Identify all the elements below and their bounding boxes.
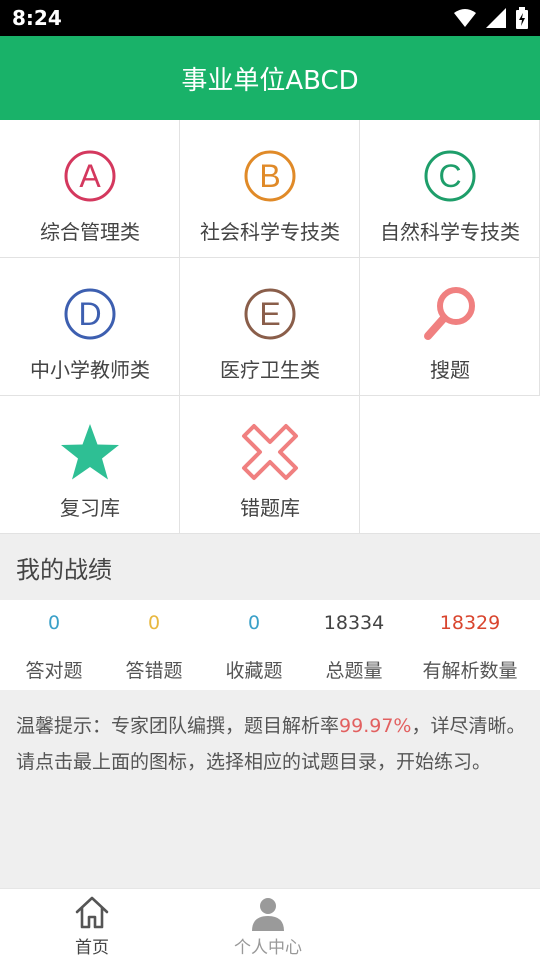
category-label: 自然科学专技类	[380, 220, 520, 244]
category-a[interactable]: A 综合管理类	[0, 120, 180, 258]
stat-label: 收藏题	[225, 660, 283, 682]
home-icon	[75, 896, 109, 929]
stat-correct[interactable]: 0 答对题	[0, 600, 108, 690]
wifi-icon	[454, 9, 476, 27]
category-label: 搜题	[430, 358, 470, 382]
stat-favorites[interactable]: 0 收藏题	[200, 600, 308, 690]
svg-text:E: E	[259, 296, 280, 332]
stat-value: 0	[147, 612, 161, 634]
category-label: 社会科学专技类	[200, 220, 340, 244]
stat-total: 18334 总题量	[300, 600, 408, 690]
category-label: 复习库	[60, 496, 120, 520]
tab-home[interactable]: 首页	[32, 889, 152, 960]
letter-a-icon: A	[64, 150, 116, 202]
letter-b-icon: B	[244, 150, 296, 202]
category-label: 中小学教师类	[30, 358, 150, 382]
stat-label: 答错题	[125, 660, 183, 682]
tips-panel: 温馨提示：专家团队编撰，题目解析率99.97%，详尽清晰。 请点击最上面的图标，…	[0, 690, 540, 888]
category-c[interactable]: C 自然科学专技类	[360, 120, 540, 258]
letter-c-icon: C	[424, 150, 476, 202]
battery-icon	[516, 7, 528, 29]
star-icon	[61, 424, 119, 480]
app-bar: 事业单位ABCD	[0, 36, 540, 120]
tab-profile[interactable]: 个人中心	[208, 889, 328, 960]
status-icons	[454, 7, 528, 29]
status-bar: 8:24	[0, 0, 540, 36]
person-icon	[252, 898, 284, 931]
cross-icon	[242, 424, 298, 480]
category-grid: A 综合管理类 B 社会科学专技类 C 自然科学专技类 D 中小学教师类 E 医…	[0, 120, 540, 534]
tab-label: 首页	[75, 938, 109, 958]
svg-text:D: D	[78, 296, 101, 332]
stat-label: 总题量	[325, 660, 383, 682]
letter-e-icon: E	[244, 288, 296, 340]
category-e[interactable]: E 医疗卫生类	[180, 258, 360, 396]
stat-value: 0	[47, 612, 61, 634]
svg-text:C: C	[438, 158, 461, 194]
search-icon	[424, 287, 475, 340]
stat-value: 18334	[323, 612, 385, 634]
analysis-rate: 99.97%	[339, 715, 412, 737]
svg-text:A: A	[79, 158, 101, 194]
bottom-nav: 首页 个人中心	[0, 888, 540, 960]
empty-cell	[360, 396, 540, 534]
category-label: 综合管理类	[40, 220, 140, 244]
search-questions[interactable]: 搜题	[360, 258, 540, 396]
category-label: 错题库	[240, 496, 300, 520]
tip-line-1: 温馨提示：专家团队编撰，题目解析率99.97%，详尽清晰。	[16, 715, 526, 737]
app-title: 事业单位ABCD	[181, 65, 359, 96]
stat-label: 答对题	[25, 660, 83, 682]
tip-line-2: 请点击最上面的图标，选择相应的试题目录，开始练习。	[16, 751, 492, 773]
stat-value: 0	[247, 612, 261, 634]
category-d[interactable]: D 中小学教师类	[0, 258, 180, 396]
category-b[interactable]: B 社会科学专技类	[180, 120, 360, 258]
stat-value: 18329	[439, 612, 501, 634]
status-time: 8:24	[12, 6, 62, 30]
stat-with-analysis: 18329 有解析数量	[410, 600, 530, 690]
section-title-text: 我的战绩	[16, 555, 112, 584]
svg-text:B: B	[259, 158, 280, 194]
letter-d-icon: D	[64, 288, 116, 340]
tab-label: 个人中心	[234, 938, 302, 958]
stats-row: 0 答对题 0 答错题 0 收藏题 18334 总题量 18329 有解析数量	[0, 600, 540, 690]
review-library[interactable]: 复习库	[0, 396, 180, 534]
stat-wrong[interactable]: 0 答错题	[100, 600, 208, 690]
signal-icon	[486, 8, 506, 28]
category-label: 医疗卫生类	[220, 358, 320, 382]
stat-label: 有解析数量	[422, 660, 518, 682]
section-title: 我的战绩	[0, 534, 540, 600]
wrong-questions-library[interactable]: 错题库	[180, 396, 360, 534]
